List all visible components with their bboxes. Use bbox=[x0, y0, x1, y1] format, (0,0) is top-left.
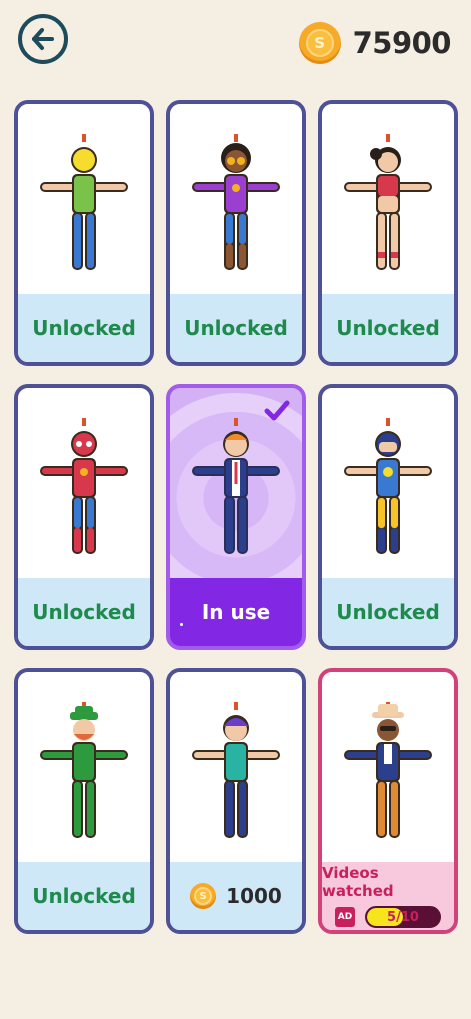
character-figure bbox=[322, 134, 454, 294]
skin-card-9-ad[interactable]: Videos watched AD 5/10 bbox=[318, 668, 458, 934]
skin-card-7[interactable]: Unlocked bbox=[14, 668, 154, 934]
ad-progress-bar: 5/10 bbox=[365, 906, 441, 928]
card-status: Unlocked bbox=[32, 884, 136, 908]
skin-card-5-selected[interactable]: In use bbox=[166, 384, 306, 650]
price-value: 1000 bbox=[226, 884, 282, 908]
character-figure bbox=[18, 134, 150, 294]
card-status: Unlocked bbox=[32, 600, 136, 624]
character-figure bbox=[322, 418, 454, 578]
card-status: Unlocked bbox=[184, 316, 288, 340]
skin-card-3[interactable]: Unlocked bbox=[318, 100, 458, 366]
skin-card-4[interactable]: Unlocked bbox=[14, 384, 154, 650]
skin-card-1[interactable]: Unlocked bbox=[14, 100, 154, 366]
coin-icon: S bbox=[298, 22, 341, 64]
character-figure bbox=[170, 418, 302, 578]
ad-icon: AD bbox=[335, 907, 355, 927]
character-figure bbox=[170, 702, 302, 862]
card-status: Unlocked bbox=[32, 316, 136, 340]
coin-balance: S 75900 bbox=[298, 22, 452, 64]
coin-count: 75900 bbox=[352, 26, 452, 60]
price-tag: S 1000 bbox=[190, 883, 282, 909]
skin-card-2[interactable]: Unlocked bbox=[166, 100, 306, 366]
back-button[interactable] bbox=[18, 14, 68, 64]
back-arrow-icon bbox=[32, 28, 54, 50]
character-figure bbox=[170, 134, 302, 294]
character-figure bbox=[322, 702, 454, 862]
coin-icon: S bbox=[190, 883, 217, 909]
skin-card-8[interactable]: S 1000 bbox=[166, 668, 306, 934]
character-figure bbox=[18, 702, 150, 862]
card-status: In use bbox=[201, 600, 271, 624]
ad-progress-text: 5/10 bbox=[387, 909, 419, 925]
character-figure bbox=[18, 418, 150, 578]
card-status: Unlocked bbox=[336, 316, 440, 340]
skin-card-6[interactable]: Unlocked bbox=[318, 384, 458, 650]
ad-label: Videos watched bbox=[322, 864, 394, 900]
card-status: Unlocked bbox=[336, 600, 440, 624]
